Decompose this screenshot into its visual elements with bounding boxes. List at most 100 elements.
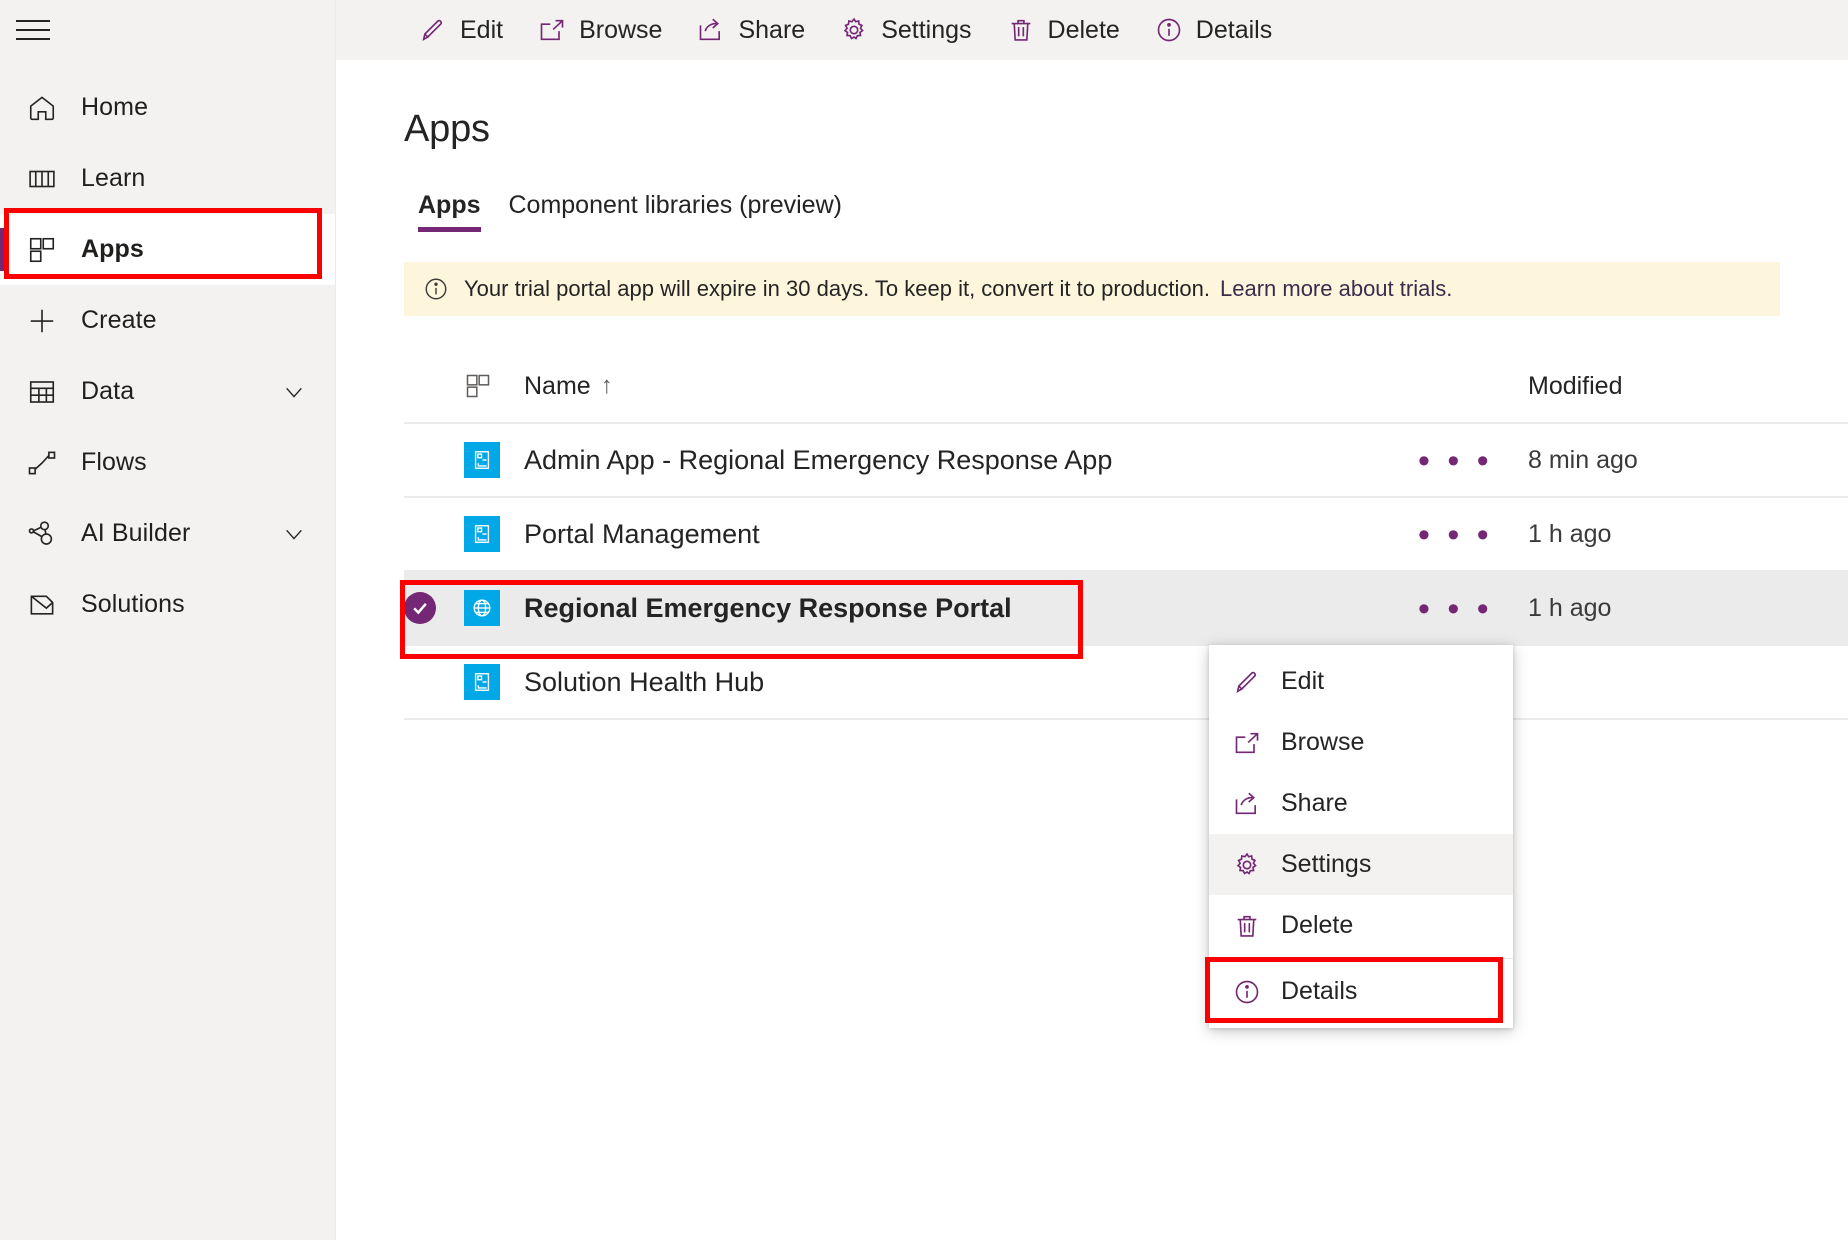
command-share-button[interactable]: Share: [679, 0, 822, 60]
apps-grid-icon: [25, 233, 59, 267]
table-header-name[interactable]: Name ↑: [524, 372, 1418, 401]
command-browse-button[interactable]: Browse: [520, 0, 679, 60]
row-app-name[interactable]: Regional Emergency Response Portal: [524, 593, 1418, 624]
row-select-checkbox[interactable]: [404, 592, 464, 624]
open-in-new-icon: [537, 15, 567, 45]
apps-table: Name ↑ Modified Admin App - Regional Eme…: [336, 350, 1848, 720]
context-menu-label: Edit: [1281, 667, 1325, 695]
model-driven-app-icon: [464, 442, 500, 478]
sidebar-item-create[interactable]: Create: [0, 285, 335, 356]
solutions-icon: [25, 588, 59, 622]
context-menu-label: Settings: [1281, 850, 1372, 878]
hamburger-menu-icon[interactable]: [16, 6, 64, 54]
table-row-selected[interactable]: Regional Emergency Response Portal • • •…: [404, 572, 1848, 646]
sidebar-item-data[interactable]: Data: [0, 356, 335, 427]
context-menu-item-delete[interactable]: Delete: [1209, 895, 1513, 956]
sidebar-item-home[interactable]: Home: [0, 72, 335, 143]
tab-label: Apps: [418, 191, 481, 219]
sidebar-item-label: Flows: [81, 448, 147, 476]
hamburger-line: [16, 38, 50, 40]
hamburger-line: [16, 20, 50, 22]
context-menu-item-settings[interactable]: Settings: [1209, 834, 1513, 895]
context-menu-item-edit[interactable]: Edit: [1209, 651, 1513, 712]
row-app-name[interactable]: Portal Management: [524, 519, 1418, 550]
row-modified: 1 h ago: [1528, 519, 1612, 548]
sidebar-item-apps[interactable]: Apps: [0, 214, 335, 285]
table-header-row: Name ↑ Modified: [404, 350, 1848, 424]
row-more-actions-icon[interactable]: • • •: [1418, 442, 1528, 478]
table-icon: [25, 375, 59, 409]
command-details-button[interactable]: Details: [1137, 0, 1289, 60]
sidebar-item-label: Apps: [81, 235, 144, 263]
banner-learn-more-link[interactable]: Learn more about trials.: [1220, 276, 1452, 302]
row-more-actions-icon[interactable]: • • •: [1418, 516, 1528, 552]
portal-globe-icon: [464, 590, 500, 626]
main-content: Edit Browse Share Settings Delete Detail…: [336, 0, 1848, 1240]
info-icon: [422, 275, 450, 303]
info-icon: [1154, 15, 1184, 45]
sidebar-item-label: Data: [81, 377, 135, 405]
table-row[interactable]: Admin App - Regional Emergency Response …: [404, 424, 1848, 498]
command-label: Edit: [460, 15, 504, 44]
sidebar-item-flows[interactable]: Flows: [0, 427, 335, 498]
row-more-actions-icon[interactable]: • • •: [1418, 590, 1528, 626]
context-menu-item-browse[interactable]: Browse: [1209, 712, 1513, 773]
row-context-menu: Edit Browse Share Settings Delete Detail…: [1209, 645, 1513, 1028]
sidebar-item-label: AI Builder: [81, 519, 191, 547]
command-label: Delete: [1047, 15, 1120, 44]
sidebar-item-label: Solutions: [81, 590, 185, 618]
apps-grid-icon: [464, 372, 524, 400]
info-icon: [1231, 976, 1263, 1008]
sidebar-item-learn[interactable]: Learn: [0, 143, 335, 214]
share-icon: [696, 15, 726, 45]
column-header-label: Name: [524, 371, 591, 400]
tab-component-libraries[interactable]: Component libraries (preview): [495, 191, 856, 232]
checkmark-icon: [404, 592, 436, 624]
context-menu-item-share[interactable]: Share: [1209, 773, 1513, 834]
command-label: Share: [738, 15, 806, 44]
trial-expiry-banner: Your trial portal app will expire in 30 …: [404, 262, 1780, 316]
table-header-modified[interactable]: Modified: [1528, 372, 1828, 401]
page-title: Apps: [404, 108, 490, 150]
command-settings-button[interactable]: Settings: [822, 0, 988, 60]
context-menu-label: Share: [1281, 789, 1348, 817]
command-edit-button[interactable]: Edit: [401, 0, 520, 60]
hamburger-line: [16, 29, 50, 31]
chevron-down-icon[interactable]: [283, 381, 305, 403]
command-delete-button[interactable]: Delete: [989, 0, 1137, 60]
row-modified: 1 h ago: [1528, 593, 1612, 622]
context-menu-label: Delete: [1281, 911, 1354, 939]
trash-icon: [1231, 910, 1263, 942]
power-apps-maker-portal: Home Learn Apps Create Data Flows AI Bui…: [0, 0, 1848, 1240]
command-label: Details: [1195, 15, 1273, 44]
row-app-icon: [464, 442, 524, 478]
pencil-icon: [418, 15, 448, 45]
book-icon: [25, 162, 59, 196]
chevron-down-icon[interactable]: [283, 523, 305, 545]
row-app-icon: [464, 664, 524, 700]
command-label: Settings: [881, 15, 972, 44]
sidebar-item-solutions[interactable]: Solutions: [0, 569, 335, 640]
model-driven-app-icon: [464, 664, 500, 700]
tab-list: Apps Component libraries (preview): [336, 191, 1848, 232]
command-label: Browse: [579, 15, 663, 44]
banner-message: Your trial portal app will expire in 30 …: [464, 276, 1210, 301]
flow-icon: [25, 446, 59, 480]
ai-builder-icon: [25, 517, 59, 551]
row-app-icon: [464, 516, 524, 552]
context-menu-divider: [1209, 958, 1513, 959]
sidebar-item-label: Create: [81, 306, 157, 334]
left-sidebar: Home Learn Apps Create Data Flows AI Bui…: [0, 0, 336, 1240]
gear-icon: [839, 15, 869, 45]
context-menu-item-details[interactable]: Details: [1209, 961, 1513, 1022]
table-row[interactable]: Portal Management • • • 1 h ago: [404, 498, 1848, 572]
row-app-name[interactable]: Admin App - Regional Emergency Response …: [524, 445, 1418, 476]
context-menu-label: Details: [1281, 977, 1358, 1005]
model-driven-app-icon: [464, 516, 500, 552]
pencil-icon: [1231, 666, 1263, 698]
sort-ascending-icon: ↑: [600, 372, 613, 399]
command-bar: Edit Browse Share Settings Delete Detail…: [336, 0, 1848, 60]
table-row[interactable]: Solution Health Hub: [404, 646, 1848, 720]
sidebar-item-ai-builder[interactable]: AI Builder: [0, 498, 335, 569]
tab-apps[interactable]: Apps: [404, 191, 495, 232]
